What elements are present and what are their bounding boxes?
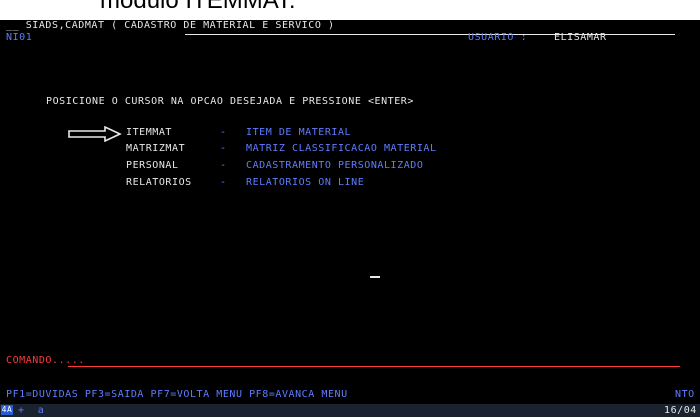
screen-id: NI01	[6, 32, 33, 43]
menu-separator: -	[220, 177, 227, 188]
menu-code: ITEMMAT	[126, 127, 172, 138]
menu-separator: -	[220, 160, 227, 171]
menu-description: ITEM DE MATERIAL	[246, 127, 352, 138]
caption-banner: módulo ITEMMAT:	[0, 0, 700, 20]
emulator-status-bar: 4A + a 16/04	[0, 404, 700, 417]
pointer-arrow-icon	[68, 126, 122, 142]
menu-description: MATRIZ CLASSIFICACAO MATERIAL	[246, 143, 437, 154]
menu-code: RELATORIOS	[126, 177, 192, 188]
menu-separator: -	[220, 127, 227, 138]
session-badge: 4A	[1, 405, 13, 415]
caption-text: módulo ITEMMAT:	[100, 0, 296, 14]
instruction-text: POSICIONE O CURSOR NA OPCAO DESEJADA E P…	[46, 96, 414, 107]
terminal-screen: __ SIADS,CADMAT ( CADASTRO DE MATERIAL E…	[0, 20, 700, 417]
status-date: 16/04	[664, 405, 697, 416]
menu-separator: -	[220, 143, 227, 154]
command-input-underline[interactable]	[68, 366, 680, 367]
menu-code: PERSONAL	[126, 160, 179, 171]
screen-code: NTO	[675, 389, 695, 400]
function-keys: PF1=DUVIDAS PF3=SAIDA PF7=VOLTA MENU PF8…	[6, 389, 348, 400]
text-cursor	[370, 276, 380, 278]
menu-description: CADASTRAMENTO PERSONALIZADO	[246, 160, 424, 171]
status-indicator: + a	[18, 405, 45, 416]
user-name: ELISAMAR	[554, 32, 607, 43]
system-title: __ SIADS,CADMAT ( CADASTRO DE MATERIAL E…	[6, 20, 335, 31]
menu-description: RELATORIOS ON LINE	[246, 177, 365, 188]
user-label: USUARIO :	[468, 32, 528, 43]
menu-code: MATRIZMAT	[126, 143, 186, 154]
